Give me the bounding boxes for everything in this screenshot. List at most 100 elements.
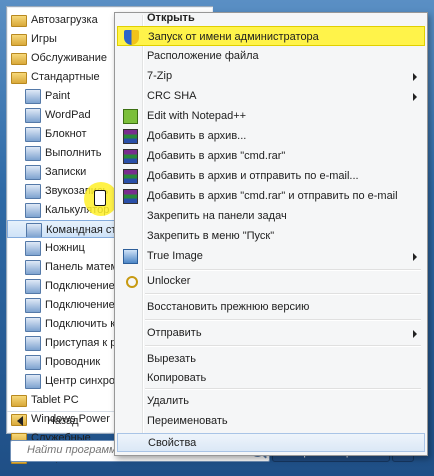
submenu-arrow-icon: [413, 73, 417, 81]
shield-icon: [124, 30, 139, 45]
menu-separator: [145, 319, 421, 321]
menu-item-true-image[interactable]: True Image: [117, 246, 425, 266]
app-icon: [25, 298, 41, 313]
app-icon: [25, 260, 41, 275]
program-label: Подключить к: [45, 318, 116, 330]
winrar-icon: [123, 169, 138, 184]
notepadpp-icon: [123, 109, 138, 124]
app-icon: [25, 317, 41, 332]
program-label: Обслуживание: [31, 52, 107, 64]
app-icon: [25, 89, 41, 104]
winrar-icon: [123, 189, 138, 204]
menu-item-delete-label: Удалить: [147, 395, 189, 407]
app-icon: [25, 355, 41, 370]
menu-item-notepadpp-label: Edit with Notepad++: [147, 110, 247, 122]
app-icon: [25, 146, 41, 161]
folder-icon: [11, 53, 27, 65]
menu-item-properties[interactable]: Свойства: [117, 433, 425, 452]
program-label: Центр синхрон: [45, 375, 122, 387]
menu-item-send-to[interactable]: Отправить: [117, 323, 425, 343]
menu-item-crc-sha[interactable]: CRC SHA: [117, 86, 425, 106]
menu-item-add-cmdrar[interactable]: Добавить в архив "cmd.rar": [117, 146, 425, 166]
menu-item-7zip-label: 7-Zip: [147, 70, 173, 82]
program-label: Подключение к: [45, 299, 123, 311]
menu-item-file-location-label: Расположение файла: [147, 50, 259, 62]
back-label: Назад: [47, 415, 79, 427]
app-icon: [25, 279, 41, 294]
submenu-arrow-icon: [413, 93, 417, 101]
folder-icon: [11, 395, 27, 407]
menu-item-add-email[interactable]: Добавить в архив и отправить по e-mail..…: [117, 166, 425, 186]
menu-item-delete[interactable]: Удалить: [117, 391, 425, 411]
winrar-icon: [123, 149, 138, 164]
menu-item-add-cmdrar-email[interactable]: Добавить в архив "cmd.rar" и отправить п…: [117, 186, 425, 206]
menu-item-copy-label: Копировать: [147, 372, 207, 384]
app-icon: [26, 223, 42, 237]
app-icon: [25, 241, 41, 256]
menu-item-run-as-admin[interactable]: Запуск от имени администратора: [117, 26, 425, 46]
menu-separator: [145, 345, 421, 347]
hand-cursor-icon: [94, 190, 106, 206]
menu-item-crc-sha-label: CRC SHA: [147, 90, 197, 102]
unlocker-wand-icon: [123, 274, 138, 289]
program-label: Подключение к: [45, 280, 123, 292]
app-icon: [25, 336, 41, 351]
menu-item-pin-taskbar-label: Закрепить на панели задач: [147, 210, 287, 222]
program-label: Paint: [45, 90, 71, 102]
app-icon: [25, 165, 41, 180]
program-label: WordPad: [45, 109, 91, 121]
desktop-background: Автозагрузка Игры Обслуживание Стандартные P…: [0, 0, 434, 476]
menu-item-notepadpp[interactable]: Edit with Notepad++: [117, 106, 425, 126]
program-label: Автозагрузка: [31, 14, 98, 26]
program-label: Проводник: [45, 356, 101, 368]
program-label: Стандартные: [31, 71, 100, 83]
menu-item-file-location[interactable]: Расположение файла: [117, 46, 425, 66]
app-icon: [25, 184, 41, 199]
menu-item-7zip[interactable]: 7-Zip: [117, 66, 425, 86]
menu-item-true-image-label: True Image: [147, 250, 203, 262]
app-icon: [25, 374, 41, 389]
program-label: Ножниц: [45, 242, 85, 254]
menu-item-run-as-admin-label: Запуск от имени администратора: [148, 31, 319, 43]
menu-item-open-label: Открыть: [147, 12, 195, 24]
program-label: Выполнить: [45, 147, 102, 159]
menu-item-add-cmdrar-label: Добавить в архив "cmd.rar": [147, 150, 286, 162]
program-label: Игры: [31, 33, 57, 45]
folder-icon: [11, 34, 27, 46]
true-image-icon: [123, 249, 138, 264]
program-label: Панель матема: [45, 261, 125, 273]
program-label: Блокнот: [45, 128, 87, 140]
menu-item-open[interactable]: Открыть: [117, 8, 425, 28]
program-label: Приступая к ра: [45, 337, 123, 349]
menu-item-rename-label: Переименовать: [147, 415, 228, 427]
menu-item-add-email-label: Добавить в архив и отправить по e-mail..…: [147, 170, 359, 182]
menu-separator: [145, 293, 421, 295]
menu-item-add-archive-label: Добавить в архив...: [147, 130, 247, 142]
menu-separator: [145, 388, 421, 390]
menu-item-add-cmdrar-email-label: Добавить в архив "cmd.rar" и отправить п…: [147, 190, 398, 202]
back-arrow-icon: [17, 416, 23, 426]
menu-item-pin-start-label: Закрепить в меню "Пуск": [147, 230, 275, 242]
menu-item-cut-label: Вырезать: [147, 353, 196, 365]
menu-item-pin-start[interactable]: Закрепить в меню "Пуск": [117, 226, 425, 246]
menu-item-cut[interactable]: Вырезать: [117, 349, 425, 369]
context-menu: Открыть Запуск от имени администратора Р…: [114, 12, 428, 456]
menu-item-unlocker[interactable]: Unlocker: [117, 271, 425, 291]
menu-item-copy[interactable]: Копировать: [117, 368, 425, 388]
menu-item-restore-label: Восстановить прежнюю версию: [147, 301, 310, 313]
winrar-icon: [123, 129, 138, 144]
menu-item-rename[interactable]: Переименовать: [117, 411, 425, 431]
app-icon: [25, 127, 41, 142]
menu-item-properties-label: Свойства: [148, 437, 197, 449]
app-icon: [25, 203, 41, 218]
menu-item-add-archive[interactable]: Добавить в архив...: [117, 126, 425, 146]
menu-item-restore[interactable]: Восстановить прежнюю версию: [117, 297, 425, 317]
app-icon: [25, 108, 41, 123]
program-label: Записки: [45, 166, 87, 178]
menu-item-send-to-label: Отправить: [147, 327, 202, 339]
submenu-arrow-icon: [413, 253, 417, 261]
submenu-arrow-icon: [413, 330, 417, 338]
menu-item-pin-taskbar[interactable]: Закрепить на панели задач: [117, 206, 425, 226]
program-label: Tablet PC: [31, 394, 79, 406]
menu-item-unlocker-label: Unlocker: [147, 275, 191, 287]
